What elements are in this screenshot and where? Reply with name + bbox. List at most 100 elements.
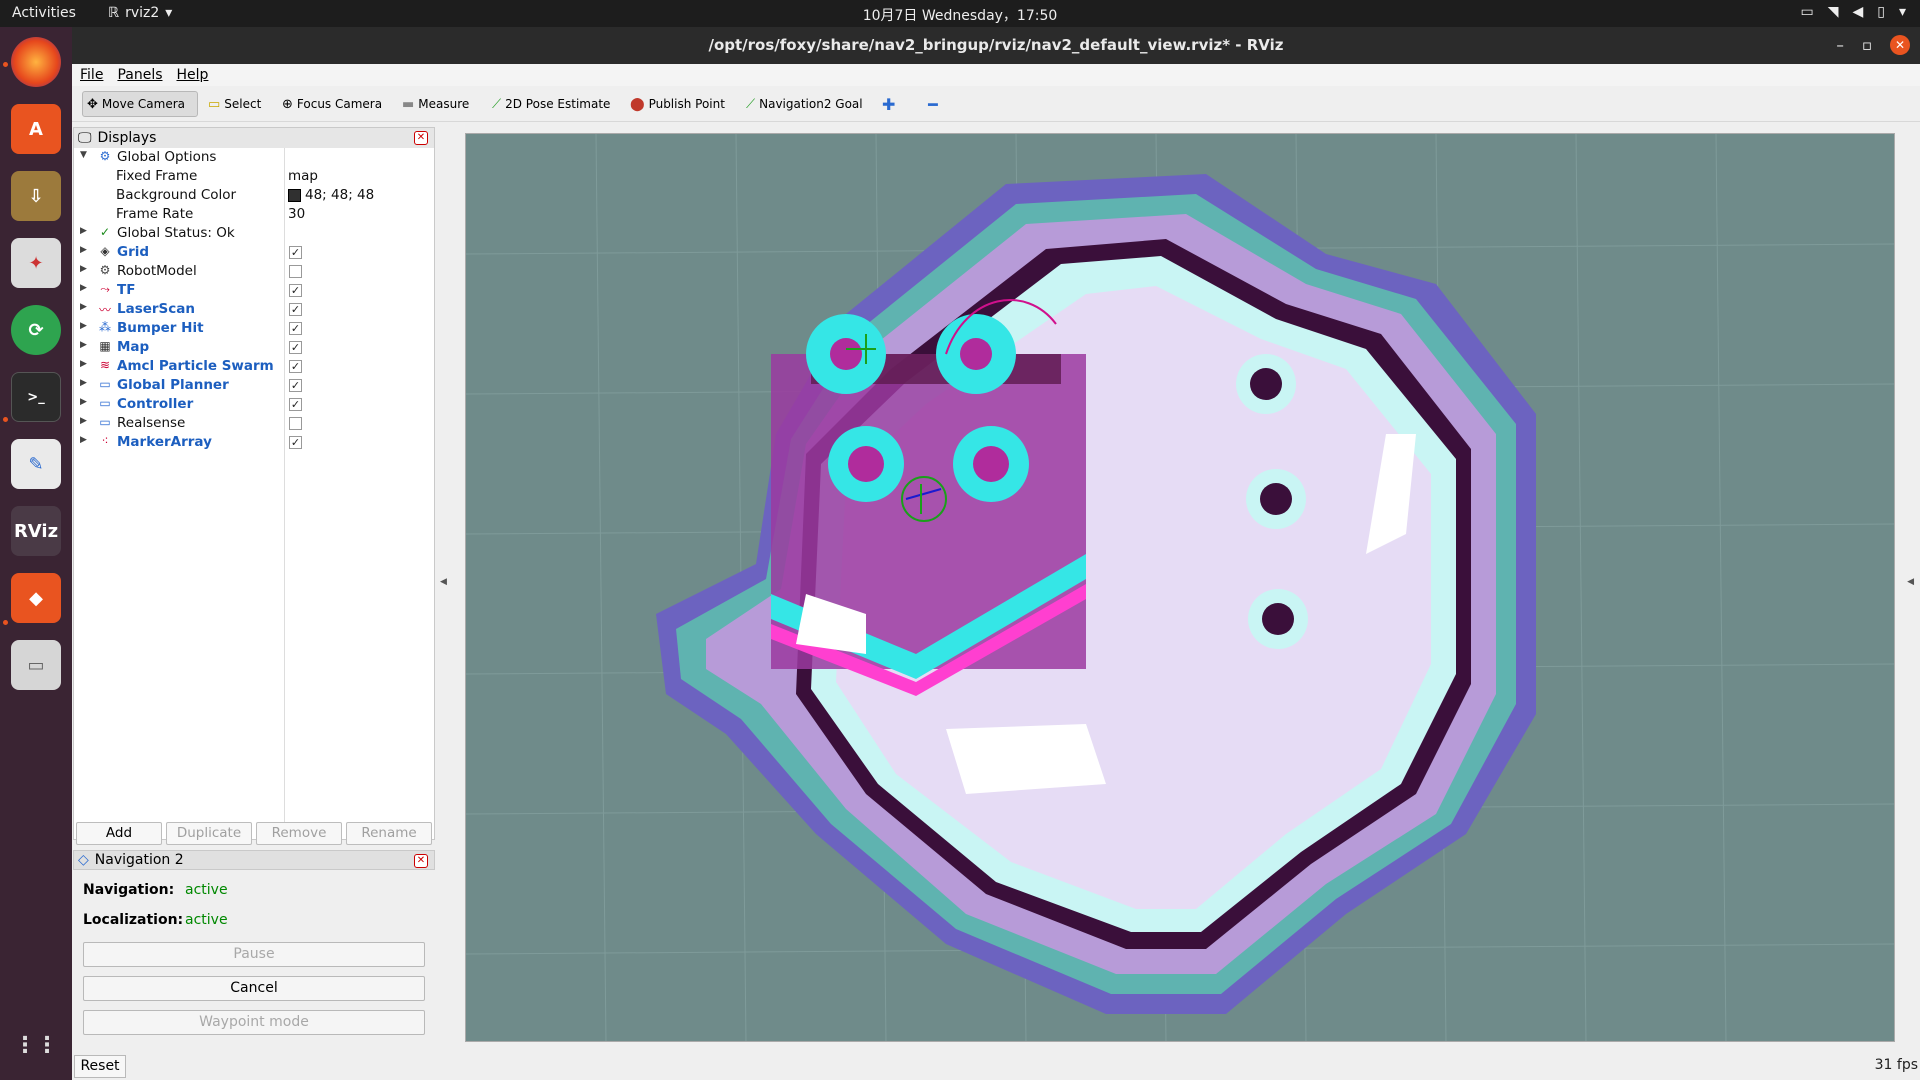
enable-checkbox[interactable]: ✓	[289, 246, 302, 259]
remove-tool-button[interactable]: ━	[924, 91, 942, 117]
enable-checkbox[interactable]: ✓	[289, 398, 302, 411]
package-installer-icon[interactable]: ⇩	[11, 171, 61, 221]
chevron-down-icon: ▾	[1898, 4, 1906, 20]
robot-icon: ⚙	[99, 263, 111, 277]
tree-row-global-options[interactable]: ▼ ⚙ Global Options	[74, 148, 434, 167]
cancel-button[interactable]: Cancel	[83, 976, 425, 1001]
expand-arrow-icon[interactable]: ▶	[80, 416, 87, 426]
enable-checkbox[interactable]: ✓	[289, 284, 302, 297]
enable-checkbox[interactable]	[289, 417, 302, 430]
enable-checkbox[interactable]: ✓	[289, 379, 302, 392]
text-editor-icon[interactable]: ✎	[11, 439, 61, 489]
tree-row-tf[interactable]: ▶ ⤳ TF ✓	[74, 281, 434, 300]
collapse-left-handle[interactable]: ◀	[440, 577, 447, 587]
menu-help[interactable]: Help	[177, 67, 209, 83]
expand-arrow-icon[interactable]: ▼	[80, 150, 87, 160]
tree-row-background-color[interactable]: Background Color 48; 48; 48	[74, 186, 434, 205]
tree-row-realsense[interactable]: ▶ ▭ Realsense	[74, 414, 434, 433]
close-icon[interactable]: ✕	[414, 131, 428, 145]
pause-button[interactable]: Pause	[83, 942, 425, 967]
show-apps-icon[interactable]: ⋮⋮	[11, 1020, 61, 1070]
close-icon[interactable]: ✕	[414, 854, 428, 868]
enable-checkbox[interactable]: ✓	[289, 303, 302, 316]
duplicate-button[interactable]: Duplicate	[166, 822, 252, 845]
nav-goal-tool[interactable]: ⟋ Navigation2 Goal	[742, 91, 867, 117]
battery-icon: ▯	[1877, 4, 1885, 20]
remove-button[interactable]: Remove	[256, 822, 342, 845]
add-button[interactable]: Add	[76, 822, 162, 845]
move-camera-tool[interactable]: ✥ Move Camera	[82, 91, 198, 117]
measure-label: Measure	[418, 97, 470, 111]
publish-point-tool[interactable]: ⬤ Publish Point	[626, 91, 729, 117]
tree-row-fixed-frame[interactable]: Fixed Frame map	[74, 167, 434, 186]
navigation2-panel: ◇ Navigation 2 ✕ Navigation: active Local…	[73, 850, 435, 1068]
measure-tool[interactable]: ▬ Measure	[398, 91, 473, 117]
property-value[interactable]: 48; 48; 48	[288, 187, 374, 203]
select-tool[interactable]: ▭ Select	[204, 91, 265, 117]
sync-icon[interactable]: ⟳	[11, 305, 61, 355]
tree-row-markerarray[interactable]: ▶ ⁖ MarkerArray ✓	[74, 433, 434, 452]
pose-estimate-tool[interactable]: ⟋ 2D Pose Estimate	[488, 91, 614, 117]
tree-label: Bumper Hit	[117, 320, 204, 336]
firefox-icon[interactable]	[11, 37, 61, 87]
expand-arrow-icon[interactable]: ▶	[80, 359, 87, 369]
rename-button[interactable]: Rename	[346, 822, 432, 845]
sublime-icon[interactable]: ◆	[11, 573, 61, 623]
tree-row-global-status[interactable]: ▶ ✓ Global Status: Ok	[74, 224, 434, 243]
clock[interactable]: 10月7日 Wednesday，17:50	[0, 5, 1920, 25]
property-value[interactable]: map	[288, 168, 318, 184]
localization-label: Localization:	[83, 912, 184, 928]
collapse-right-handle[interactable]: ◀	[1907, 577, 1914, 587]
tree-row-global-planner[interactable]: ▶ ▭ Global Planner ✓	[74, 376, 434, 395]
enable-checkbox[interactable]: ✓	[289, 360, 302, 373]
tree-row-grid[interactable]: ▶ ◈ Grid ✓	[74, 243, 434, 262]
property-value[interactable]: 30	[288, 206, 305, 222]
expand-arrow-icon[interactable]: ▶	[80, 397, 87, 407]
bleachbit-icon[interactable]: ✦	[11, 238, 61, 288]
close-icon[interactable]: ✕	[1890, 35, 1910, 55]
reset-button[interactable]: Reset	[74, 1055, 126, 1078]
rviz-icon[interactable]: RViz	[11, 506, 61, 556]
enable-checkbox[interactable]: ✓	[289, 322, 302, 335]
tree-row-map[interactable]: ▶ ▦ Map ✓	[74, 338, 434, 357]
enable-checkbox[interactable]: ✓	[289, 436, 302, 449]
software-center-icon[interactable]: A	[11, 104, 61, 154]
expand-arrow-icon[interactable]: ▶	[80, 302, 87, 312]
tree-row-amcl-particle-swarm[interactable]: ▶ ≋ Amcl Particle Swarm ✓	[74, 357, 434, 376]
terminal-icon[interactable]: >_	[11, 372, 61, 422]
tree-row-robotmodel[interactable]: ▶ ⚙ RobotModel	[74, 262, 434, 281]
expand-arrow-icon[interactable]: ▶	[80, 264, 87, 274]
tree-row-frame-rate[interactable]: Frame Rate 30	[74, 205, 434, 224]
files-icon[interactable]: ▭	[11, 640, 61, 690]
expand-arrow-icon[interactable]: ▶	[80, 226, 87, 236]
waypoint-mode-button[interactable]: Waypoint mode	[83, 1010, 425, 1035]
expand-arrow-icon[interactable]: ▶	[80, 245, 87, 255]
displays-tree: ▼ ⚙ Global Options Fixed Frame map Backg…	[74, 148, 434, 823]
tree-row-laserscan[interactable]: ▶ 〰 LaserScan ✓	[74, 300, 434, 319]
menu-panels[interactable]: Panels	[117, 67, 162, 83]
menu-file[interactable]: File	[80, 67, 103, 83]
focus-camera-icon: ⊕	[282, 96, 293, 112]
enable-checkbox[interactable]: ✓	[289, 341, 302, 354]
folder-icon: ▭	[99, 415, 111, 429]
tree-row-bumper-hit[interactable]: ▶ ⁂ Bumper Hit ✓	[74, 319, 434, 338]
map-pin-icon: ⬤	[630, 96, 645, 112]
render-viewport[interactable]	[465, 133, 1895, 1042]
system-tray[interactable]: ▭ ◥ ◀ ▯ ▾	[1800, 4, 1906, 20]
focus-camera-tool[interactable]: ⊕ Focus Camera	[278, 91, 386, 117]
expand-arrow-icon[interactable]: ▶	[80, 378, 87, 388]
tree-row-controller[interactable]: ▶ ▭ Controller ✓	[74, 395, 434, 414]
window-titlebar[interactable]: /opt/ros/foxy/share/nav2_bringup/rviz/na…	[72, 27, 1920, 64]
add-tool-button[interactable]: ✚	[878, 91, 899, 117]
minimize-icon[interactable]: –	[1836, 27, 1844, 64]
expand-arrow-icon[interactable]: ▶	[80, 340, 87, 350]
nav2-title: Navigation 2	[94, 852, 184, 868]
map-visualization	[466, 134, 1894, 1041]
display-buttons: Add Duplicate Remove Rename	[74, 822, 434, 845]
expand-arrow-icon[interactable]: ▶	[80, 435, 87, 445]
expand-arrow-icon[interactable]: ▶	[80, 321, 87, 331]
expand-arrow-icon[interactable]: ▶	[80, 283, 87, 293]
enable-checkbox[interactable]	[289, 265, 302, 278]
maximize-icon[interactable]: ▫	[1862, 27, 1872, 64]
select-icon: ▭	[208, 96, 221, 112]
